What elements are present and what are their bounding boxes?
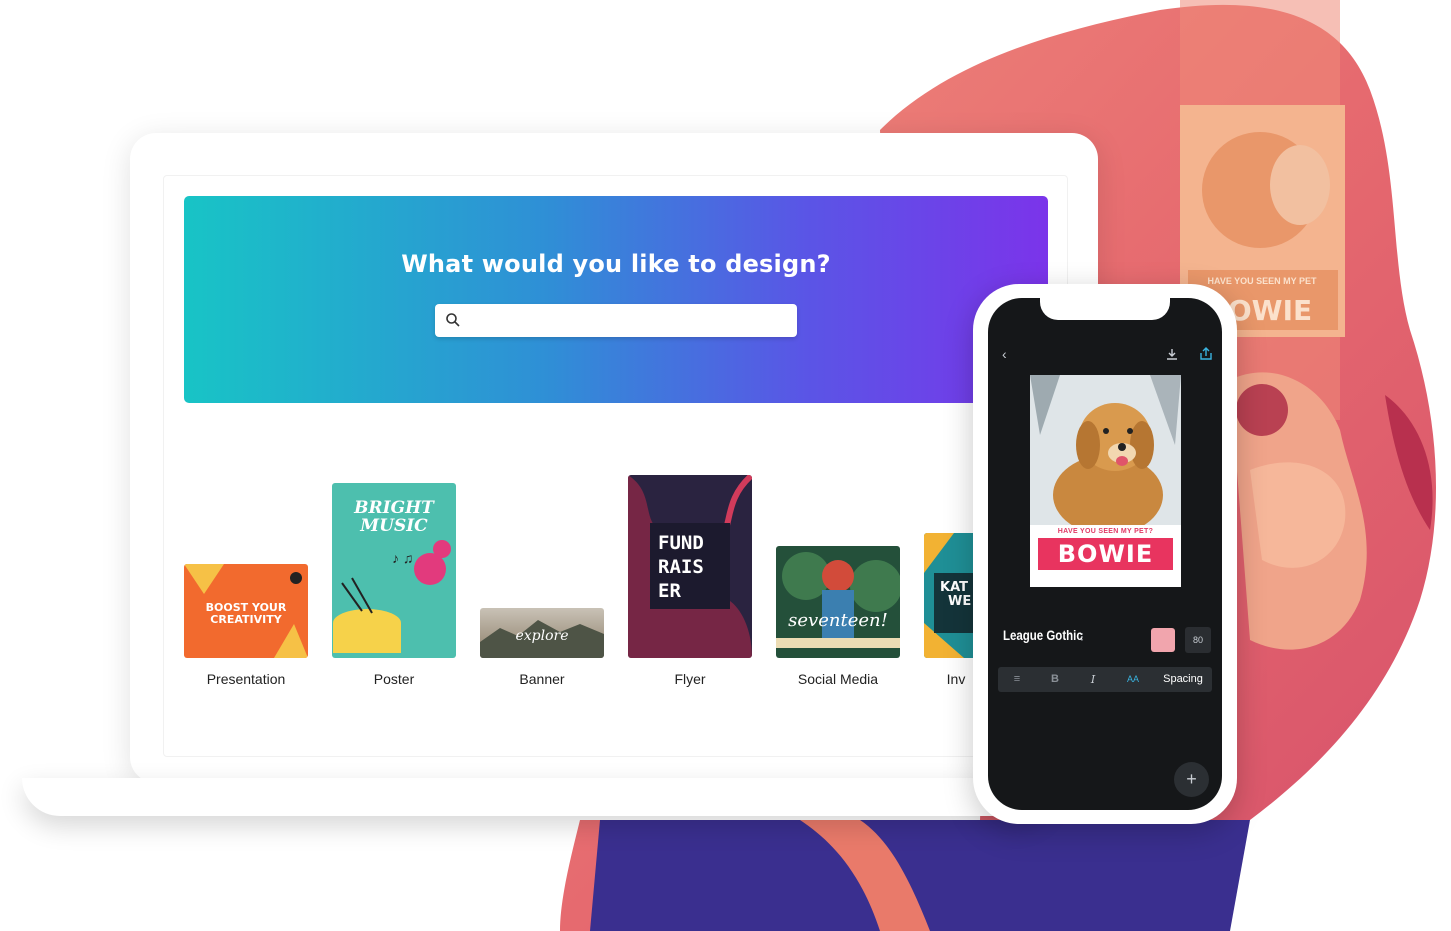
laptop-screen: What would you like to design? BOOST YOU…: [163, 175, 1068, 757]
color-swatch[interactable]: [1151, 628, 1175, 652]
banner-thumbnail[interactable]: explore: [480, 608, 604, 658]
search-icon: [446, 313, 460, 327]
poster-thumb-line2: MUSIC: [359, 516, 428, 536]
poster-thumb-line1: BRIGHT: [353, 498, 435, 518]
hero-title: What would you like to design?: [401, 250, 831, 278]
background-poster-subtitle: HAVE YOU SEEN MY PET: [1207, 276, 1317, 286]
font-size-box[interactable]: 80: [1185, 627, 1211, 653]
flyer-thumb-line1: FUND: [658, 532, 704, 554]
add-button[interactable]: +: [1174, 762, 1209, 797]
text-toolbar: ≡ B I AA Spacing: [998, 667, 1212, 692]
category-label[interactable]: Presentation: [174, 671, 318, 687]
case-button[interactable]: AA: [1120, 667, 1146, 692]
category-label[interactable]: Flyer: [618, 671, 762, 687]
search-box[interactable]: [435, 304, 797, 339]
category-label[interactable]: Poster: [322, 671, 466, 687]
invitation-thumb-line2: WE: [948, 594, 971, 609]
presentation-thumb-line2: CREATIVITY: [210, 613, 282, 626]
poster-name-text[interactable]: BOWIE: [1038, 538, 1173, 570]
italic-button[interactable]: I: [1082, 667, 1104, 692]
flyer-thumbnail[interactable]: FUND RAIS ER: [628, 475, 752, 658]
invitation-thumb-line1: KAT: [940, 580, 968, 595]
social-media-thumb-line1: seventeen!: [788, 610, 888, 631]
phone-poster[interactable]: HAVE YOU SEEN MY PET? BOWIE: [1030, 375, 1181, 587]
flyer-thumb-line3: ER: [658, 580, 681, 602]
svg-text:♪ ♫: ♪ ♫: [392, 550, 413, 566]
font-dropdown-icon[interactable]: ⁝: [1080, 630, 1084, 644]
share-icon[interactable]: [1200, 347, 1212, 360]
spacing-button[interactable]: Spacing: [1158, 667, 1208, 692]
search-input[interactable]: [469, 304, 793, 339]
font-selector[interactable]: League Gothic: [1003, 627, 1083, 643]
background-poster-name: OWIE: [1228, 294, 1312, 327]
phone-notch: [1040, 298, 1170, 320]
phone-frame: ‹ HAVE YOU SEEN MY PET? BOWIE League Got…: [973, 284, 1237, 824]
banner-thumb-line1: explore: [515, 628, 568, 644]
dog-photo: [1030, 375, 1181, 525]
poster-thumbnail[interactable]: BRIGHT MUSIC ♪ ♫: [332, 483, 456, 658]
social-media-thumbnail[interactable]: seventeen!: [776, 546, 900, 658]
hero-banner: What would you like to design?: [184, 196, 1048, 403]
download-icon[interactable]: [1166, 348, 1178, 360]
bold-button[interactable]: B: [1044, 667, 1066, 692]
poster-subtitle: HAVE YOU SEEN MY PET?: [1057, 528, 1154, 535]
phone-screen: ‹ HAVE YOU SEEN MY PET? BOWIE League Got…: [988, 298, 1222, 810]
presentation-thumbnail[interactable]: BOOST YOUR CREATIVITY: [184, 564, 308, 658]
category-label[interactable]: Banner: [470, 671, 614, 687]
align-icon[interactable]: ≡: [1006, 667, 1028, 692]
laptop-base: [22, 778, 1052, 816]
laptop-frame: What would you like to design? BOOST YOU…: [130, 133, 1098, 783]
flyer-thumb-line2: RAIS: [658, 556, 704, 578]
back-icon[interactable]: ‹: [1002, 346, 1007, 362]
